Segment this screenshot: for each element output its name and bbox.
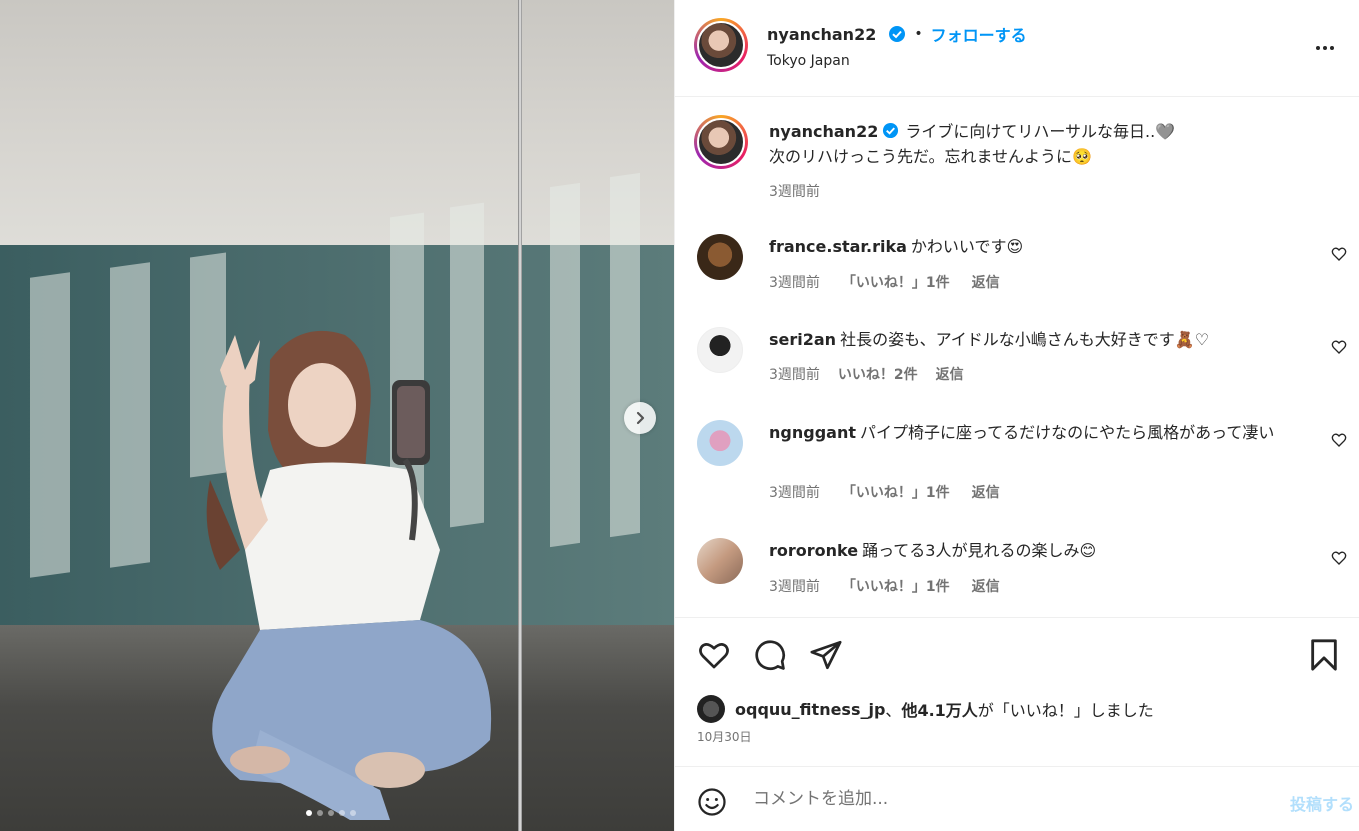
caption-meta: 3週間前 (769, 181, 820, 201)
comment-heart-icon[interactable] (1331, 339, 1347, 355)
mirror-edge (518, 0, 522, 831)
like-heart-icon[interactable] (697, 638, 731, 672)
author-avatar[interactable] (694, 18, 748, 72)
commenter-avatar[interactable] (697, 420, 743, 466)
comment-heart-icon[interactable] (1331, 246, 1347, 262)
emoji-icon[interactable] (697, 787, 727, 817)
likes-suffix: が「いいね！」しました (977, 701, 1154, 720)
comment-meta: 3週間前 「いいね！」1件 返信 (769, 482, 1000, 502)
comments-section: nyanchan22 ライブに向けてリハーサルな毎日..🩶 次のリハけっこう先だ。… (675, 98, 1359, 618)
comment-likes[interactable]: 「いいね！」1件 (842, 272, 950, 292)
commenter-username[interactable]: rororonke (769, 541, 858, 560)
verified-badge-icon (883, 122, 899, 139)
caption-avatar[interactable] (694, 115, 748, 169)
post-actions (675, 634, 1359, 678)
light-stripe (30, 272, 70, 578)
comment-likes[interactable]: 「いいね！」1件 (842, 482, 950, 502)
caption-line-2: 次のリハけっこう先だ。忘れませんように🥺 (769, 147, 1092, 166)
caption-line-1: ライブに向けてリハーサルな毎日..🩶 (905, 122, 1176, 141)
comment-text: rororonke 踊ってる3人が見れるの楽しみ😊 (769, 538, 1314, 563)
comment-likes[interactable]: 「いいね！」1件 (842, 576, 950, 596)
comment-likes[interactable]: いいね！2件 (838, 364, 918, 384)
carousel-dot (350, 810, 356, 816)
commenter-username[interactable]: france.star.rika (769, 237, 907, 256)
likes-others[interactable]: 他4.1万人 (901, 697, 977, 721)
comment-heart-icon[interactable] (1331, 432, 1347, 448)
light-stripe (550, 182, 580, 548)
reply-button[interactable]: 返信 (972, 272, 1000, 292)
comment-time: 3週間前 (769, 367, 820, 383)
comment-text: france.star.rika かわいいです😍 (769, 234, 1314, 259)
comment-content: 社長の姿も、アイドルな小嶋さんも大好きです🧸♡ (840, 330, 1210, 349)
commenter-username[interactable]: seri2an (769, 330, 836, 349)
more-options-icon[interactable] (1313, 36, 1337, 60)
liker-avatar[interactable] (697, 695, 725, 723)
comment-meta: 3週間前 「いいね！」1件 返信 (769, 576, 1000, 596)
comment-heart-icon[interactable] (1331, 550, 1347, 566)
chevron-right-icon (636, 411, 645, 425)
comment-content: 踊ってる3人が見れるの楽しみ😊 (862, 541, 1097, 560)
comment-content: かわいいです😍 (910, 237, 1024, 256)
light-stripe (110, 262, 150, 568)
reply-button[interactable]: 返信 (972, 482, 1000, 502)
comment-time: 3週間前 (769, 275, 820, 291)
save-bookmark-icon[interactable] (1309, 638, 1339, 672)
reply-button[interactable]: 返信 (972, 576, 1000, 596)
comment-time: 3週間前 (769, 579, 820, 595)
carousel-dot (328, 810, 334, 816)
post-date: 10月30日 (697, 730, 752, 744)
comment-text: ngnggant パイプ椅子に座ってるだけなのにやたら風格があって凄い (769, 420, 1289, 445)
commenter-avatar[interactable] (697, 327, 743, 373)
carousel-dot (317, 810, 323, 816)
comment-meta: 3週間前 いいね！2件 返信 (769, 364, 964, 384)
post-photo (0, 0, 674, 831)
post-header: nyanchan22 • フォローする Tokyo Japan (675, 0, 1359, 97)
post-comment-button[interactable]: 投稿する (1290, 791, 1354, 815)
commenter-avatar[interactable] (697, 538, 743, 584)
post-dialog: nyanchan22 • フォローする Tokyo Japan nyanchan… (0, 0, 1359, 831)
post-side-panel: nyanchan22 • フォローする Tokyo Japan nyanchan… (674, 0, 1359, 831)
follow-button[interactable]: フォローする (931, 22, 1027, 46)
carousel-dot (306, 810, 312, 816)
share-send-icon[interactable] (809, 638, 843, 672)
next-image-button[interactable] (624, 402, 656, 434)
commenter-username[interactable]: ngnggant (769, 423, 856, 442)
comment-input[interactable] (753, 785, 1233, 813)
likes-joiner: 、 (885, 701, 902, 720)
comment-time: 3週間前 (769, 485, 820, 501)
comment-meta: 3週間前 「いいね！」1件 返信 (769, 272, 1000, 292)
caption-time: 3週間前 (769, 184, 820, 200)
header-separator: • (914, 26, 923, 42)
reply-button[interactable]: 返信 (936, 364, 964, 384)
header-title-row: nyanchan22 • フォローする (767, 22, 1027, 46)
comment-bubble-icon[interactable] (753, 638, 787, 672)
comment-composer: 投稿する (675, 766, 1359, 831)
person-figure (206, 330, 492, 820)
carousel-dot (339, 810, 345, 816)
post-location[interactable]: Tokyo Japan (767, 53, 850, 69)
carousel-indicator (306, 810, 356, 816)
comment-text: seri2an 社長の姿も、アイドルな小嶋さんも大好きです🧸♡ (769, 327, 1314, 352)
verified-badge-icon (889, 26, 906, 42)
comment-content: パイプ椅子に座ってるだけなのにやたら風格があって凄い (859, 423, 1275, 442)
commenter-avatar[interactable] (697, 234, 743, 280)
caption-username[interactable]: nyanchan22 (769, 122, 878, 141)
author-username[interactable]: nyanchan22 (767, 25, 876, 44)
likes-summary: oqquu_fitness_jp、他4.1万人 が「いいね！」しました (697, 695, 1154, 723)
light-stripe (610, 172, 640, 538)
liker-username[interactable]: oqquu_fitness_jp (735, 700, 885, 719)
caption-text: nyanchan22 ライブに向けてリハーサルな毎日..🩶 次のリハけっこう先だ。… (769, 119, 1314, 169)
